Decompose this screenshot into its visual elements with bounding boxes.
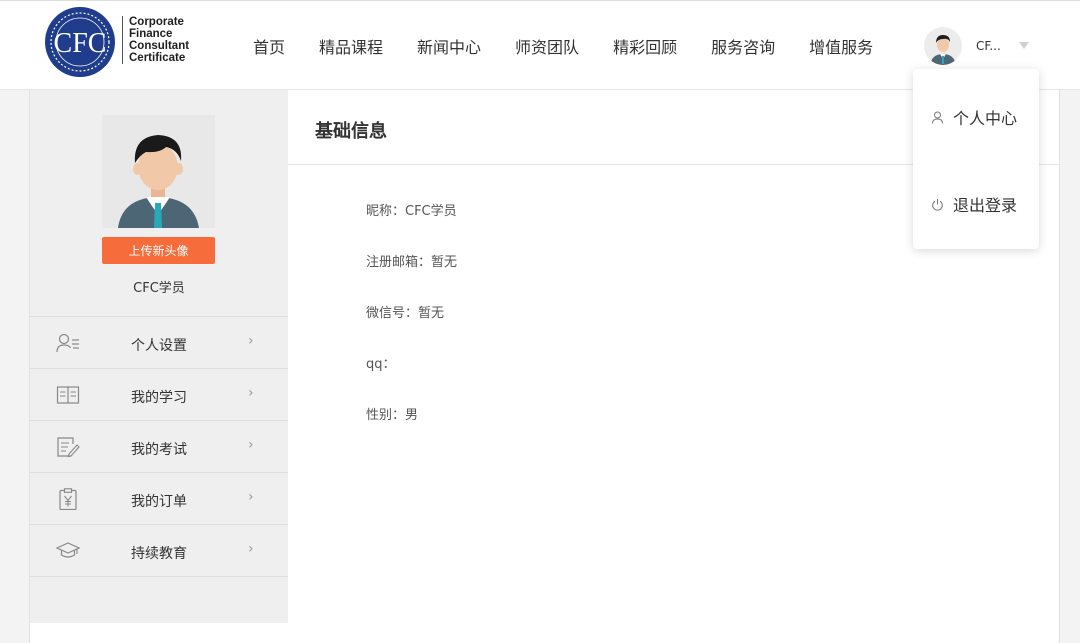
cfc-seal-icon: CFC — [45, 7, 115, 77]
user-name[interactable]: CF... — [976, 39, 1001, 53]
caret-down-icon[interactable] — [1019, 42, 1029, 49]
sidebar-item-label: 我的订单 — [131, 494, 187, 510]
logo-line: Certificate — [129, 52, 186, 64]
field-gender: 性别：男 — [366, 408, 419, 423]
field-qq: qq： — [366, 357, 396, 372]
sidebar-item-my-exams[interactable]: 我的考试 › — [30, 421, 288, 473]
avatar-person-icon — [118, 135, 199, 228]
logo-line: Consultant — [129, 40, 190, 52]
field-wechat: 微信号：暂无 — [366, 306, 445, 321]
chevron-right-icon: › — [248, 385, 254, 401]
sidebar-item-personal-settings[interactable]: 个人设置 › — [30, 317, 288, 369]
profile-avatar — [102, 115, 215, 228]
main-nav: 首页 精品课程 新闻中心 师资团队 精彩回顾 服务咨询 增值服务 — [236, 34, 890, 58]
nav-item-home[interactable]: 首页 — [253, 34, 285, 58]
sidebar-menu: 个人设置 › 我的学习 › 我的考试 › 我的订单 › 持续教育 › — [30, 316, 288, 577]
chevron-right-icon: › — [248, 437, 254, 453]
chevron-right-icon: › — [248, 333, 254, 349]
sidebar-item-label: 持续教育 — [131, 546, 187, 562]
nav-item-faculty[interactable]: 师资团队 — [515, 34, 579, 58]
nav-item-highlights[interactable]: 精彩回顾 — [613, 34, 677, 58]
logo-line: Finance — [129, 28, 173, 40]
sidebar-item-my-learning[interactable]: 我的学习 › — [30, 369, 288, 421]
user-icon — [932, 111, 943, 124]
nav-item-news[interactable]: 新闻中心 — [417, 34, 481, 58]
sidebar-item-continuing-education[interactable]: 持续教育 › — [30, 525, 288, 577]
book-icon — [56, 386, 80, 404]
nav-item-consulting[interactable]: 服务咨询 — [711, 34, 775, 58]
user-menu-trigger[interactable]: CF... — [924, 27, 1034, 65]
order-icon — [59, 488, 77, 510]
exam-icon — [57, 437, 80, 458]
dropdown-item-personal-center[interactable]: 个人中心 — [931, 105, 1017, 129]
dropdown-item-logout[interactable]: 退出登录 — [931, 192, 1017, 216]
sidebar: 上传新头像 CFC学员 个人设置 › 我的学习 › 我的考试 › 我的订单 › … — [30, 90, 288, 623]
upload-avatar-button[interactable]: 上传新头像 — [102, 237, 215, 264]
user-dropdown-menu: 个人中心 退出登录 — [913, 69, 1039, 249]
sidebar-item-label: 个人设置 — [131, 338, 187, 354]
sidebar-item-label: 我的学习 — [131, 390, 187, 406]
svg-text:CFC: CFC — [54, 28, 107, 59]
graduation-cap-icon — [56, 542, 80, 558]
dropdown-item-label: 个人中心 — [953, 109, 1018, 128]
main-container: 上传新头像 CFC学员 个人设置 › 我的学习 › 我的考试 › 我的订单 › … — [29, 90, 1060, 643]
profile-settings-icon — [56, 333, 79, 353]
field-nickname: 昵称：CFC学员 — [366, 204, 457, 219]
sidebar-item-label: 我的考试 — [131, 442, 187, 458]
sidebar-username: CFC学员 — [133, 281, 185, 296]
dropdown-item-label: 退出登录 — [953, 196, 1018, 215]
page-title: 基础信息 — [315, 121, 387, 142]
cfc-logo[interactable]: CFC Corporate Finance Consultant Certifi… — [43, 6, 193, 78]
chevron-right-icon: › — [248, 541, 254, 557]
sidebar-item-my-orders[interactable]: 我的订单 › — [30, 473, 288, 525]
avatar[interactable] — [924, 27, 962, 65]
logo-wordmark: Corporate Finance Consultant Certificate — [122, 16, 189, 64]
field-email: 注册邮箱：暂无 — [366, 255, 458, 270]
avatar-person-icon — [930, 35, 956, 65]
chevron-right-icon: › — [248, 489, 254, 505]
power-icon — [932, 198, 943, 211]
logo-line: Corporate — [129, 16, 184, 28]
nav-item-courses[interactable]: 精品课程 — [319, 34, 383, 58]
nav-item-value-added[interactable]: 增值服务 — [809, 34, 873, 58]
